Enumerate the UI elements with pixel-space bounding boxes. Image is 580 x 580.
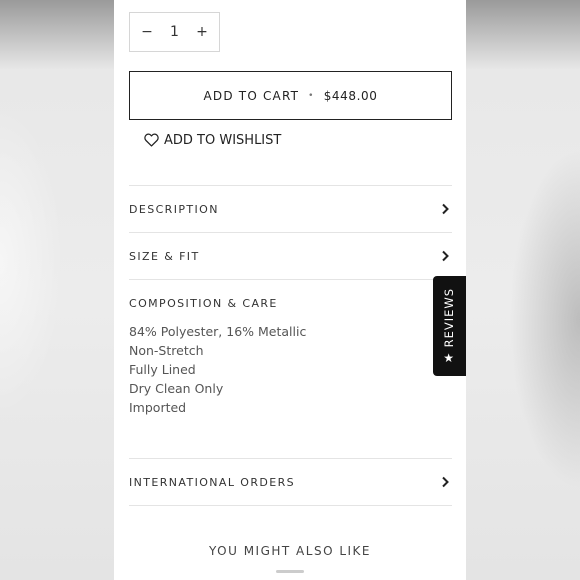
accordion-description[interactable]: DESCRIPTION — [129, 185, 452, 232]
composition-details: 84% Polyester, 16% Metallic Non-Stretch … — [129, 322, 306, 417]
composition-line: Dry Clean Only — [129, 381, 224, 396]
price-separator: • — [308, 90, 315, 101]
accordion-size-fit-label: SIZE & FIT — [129, 250, 200, 263]
increase-quantity-button[interactable]: + — [193, 24, 211, 40]
quantity-stepper[interactable]: − 1 + — [129, 12, 220, 52]
reviews-tab[interactable]: ★ REVIEWS — [433, 276, 466, 376]
product-panel: − 1 + ADD TO CART • $448.00 ADD TO WISHL… — [114, 0, 466, 580]
add-to-wishlist-button[interactable]: ADD TO WISHLIST — [144, 130, 281, 150]
divider — [129, 505, 452, 506]
cart-price: $448.00 — [323, 88, 378, 103]
accordion-size-fit[interactable]: SIZE & FIT — [129, 232, 452, 279]
chevron-right-icon — [442, 250, 449, 262]
chevron-right-icon — [442, 203, 449, 215]
chevron-right-icon — [442, 476, 449, 488]
carousel-handle[interactable] — [276, 570, 304, 573]
add-to-cart-label: ADD TO CART — [203, 88, 300, 103]
composition-line: 84% Polyester, 16% Metallic — [129, 324, 307, 339]
accordion-composition-care-label: COMPOSITION & CARE — [129, 297, 278, 310]
composition-line: Fully Lined — [129, 362, 196, 377]
decrease-quantity-button[interactable]: − — [138, 24, 156, 40]
add-to-cart-button[interactable]: ADD TO CART • $448.00 — [129, 71, 452, 120]
accordion-international-orders[interactable]: INTERNATIONAL ORDERS — [129, 458, 452, 505]
star-icon: ★ — [443, 351, 456, 366]
heart-outline-icon — [144, 133, 159, 147]
composition-line: Imported — [129, 400, 187, 415]
reviews-tab-label: REVIEWS — [442, 287, 457, 348]
composition-line: Non-Stretch — [129, 343, 204, 358]
wishlist-label: ADD TO WISHLIST — [164, 132, 282, 148]
you-might-also-like-heading: YOU MIGHT ALSO LIKE — [208, 544, 372, 558]
accordion-composition-care[interactable]: COMPOSITION & CARE — [129, 279, 452, 310]
accordion-description-label: DESCRIPTION — [129, 203, 219, 216]
accordion-international-orders-label: INTERNATIONAL ORDERS — [129, 476, 296, 489]
quantity-value[interactable]: 1 — [170, 24, 179, 40]
